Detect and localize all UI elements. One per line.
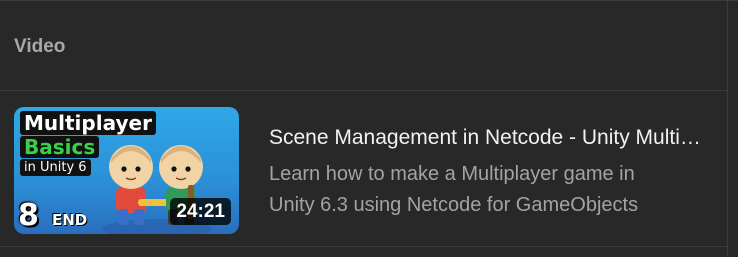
duration-badge: 24:21 (170, 198, 231, 225)
section-header-label: Video (14, 36, 66, 57)
video-description-line: Learn how to make a Multiplayer game in (269, 163, 635, 185)
right-divider (727, 0, 728, 257)
thumbnail-title-line1: Multiplayer (20, 111, 156, 135)
thumbnail-title-line2: Basics (20, 136, 100, 158)
thumbnail-title-overlay: Multiplayer Basics in Unity 6 (20, 111, 156, 176)
video-thumbnail[interactable]: Multiplayer Basics in Unity 6 8 END 24:2… (14, 107, 239, 234)
video-title[interactable]: Scene Management in Netcode - Unity Mult… (269, 125, 709, 151)
episode-end-tag: END (52, 211, 88, 229)
video-list-item[interactable]: Multiplayer Basics in Unity 6 8 END 24:2… (0, 91, 727, 247)
episode-number: 8 (18, 198, 39, 233)
video-description-line: Unity 6.3 using Netcode for GameObjects (269, 194, 639, 216)
video-description: Learn how to make a Multiplayer game in … (269, 159, 709, 221)
video-panel: Video Multiplayer Basics in Unity 6 8 EN… (0, 0, 738, 257)
section-header: Video (0, 1, 727, 91)
thumbnail-title-line3: in Unity 6 (20, 159, 91, 176)
